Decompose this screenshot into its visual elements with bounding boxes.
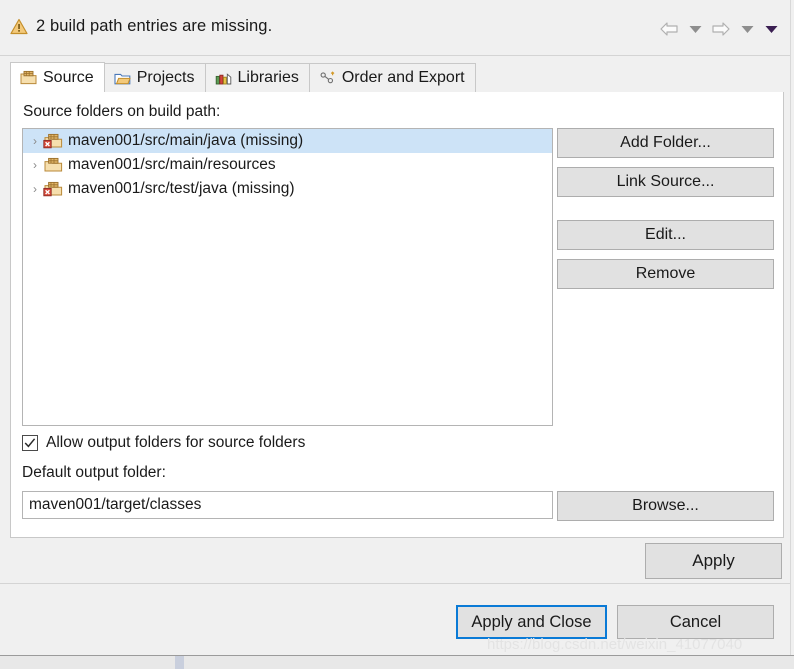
allow-output-folders-checkbox[interactable] xyxy=(22,435,38,451)
browse-button[interactable]: Browse... xyxy=(557,491,774,521)
chevron-right-icon[interactable]: › xyxy=(27,159,43,171)
source-folder-icon xyxy=(20,70,37,85)
source-folders-label: Source folders on build path: xyxy=(23,103,221,120)
arrow-left-icon[interactable] xyxy=(656,17,682,41)
apply-button[interactable]: Apply xyxy=(645,543,782,579)
tree-row-label: maven001/src/main/java (missing) xyxy=(68,132,304,149)
default-output-folder-input[interactable]: maven001/target/classes xyxy=(22,491,553,519)
tab-projects-label: Projects xyxy=(136,69,195,86)
order-export-icon xyxy=(319,70,336,86)
remove-button[interactable]: Remove xyxy=(557,259,774,289)
warning-message: 2 build path entries are missing. xyxy=(10,17,272,36)
source-action-buttons: Add Folder... Link Source... Edit... Rem… xyxy=(557,128,774,289)
tree-row-label: maven001/src/main/resources xyxy=(68,156,276,173)
tab-order-and-export-label: Order and Export xyxy=(341,69,465,86)
source-folder-error-icon xyxy=(43,132,68,150)
default-output-folder-label: Default output folder: xyxy=(22,464,166,481)
tab-order-and-export[interactable]: Order and Export xyxy=(308,63,476,92)
caret-down-filled-icon[interactable] xyxy=(760,17,782,41)
source-folders-tree[interactable]: › maven001/src/main/java (missing) › mav… xyxy=(22,128,553,426)
source-folder-icon xyxy=(43,156,68,174)
project-folder-icon xyxy=(114,71,131,86)
add-folder-button[interactable]: Add Folder... xyxy=(557,128,774,158)
tab-libraries[interactable]: Libraries xyxy=(204,63,310,92)
message-bar: 2 build path entries are missing. xyxy=(0,0,794,56)
navigation-icons xyxy=(656,17,782,41)
cancel-button[interactable]: Cancel xyxy=(617,605,774,639)
warning-triangle-icon xyxy=(10,18,28,35)
tab-projects[interactable]: Projects xyxy=(103,63,206,92)
link-source-button[interactable]: Link Source... xyxy=(557,167,774,197)
window-right-edge xyxy=(790,0,794,655)
dialog-footer: Apply and Close Cancel xyxy=(0,584,794,644)
tab-folder: Source Projects Libraries Order and Expo… xyxy=(10,62,784,93)
bottom-divider-strip xyxy=(0,655,794,669)
tree-row[interactable]: › maven001/src/main/resources xyxy=(23,153,552,177)
divider-handle[interactable] xyxy=(175,656,184,669)
chevron-right-icon[interactable]: › xyxy=(27,135,43,147)
tab-strip: Source Projects Libraries Order and Expo… xyxy=(10,62,784,93)
tab-source-label: Source xyxy=(43,68,94,86)
allow-output-folders-label: Allow output folders for source folders xyxy=(46,434,306,451)
library-books-icon xyxy=(215,71,232,86)
arrow-right-icon[interactable] xyxy=(708,17,734,41)
apply-and-close-button[interactable]: Apply and Close xyxy=(456,605,607,639)
tab-libraries-label: Libraries xyxy=(237,69,299,86)
caret-down-icon[interactable] xyxy=(736,17,758,41)
source-folder-error-icon xyxy=(43,180,68,198)
warning-text: 2 build path entries are missing. xyxy=(36,17,273,35)
tab-source[interactable]: Source xyxy=(10,62,105,92)
tree-row-label: maven001/src/test/java (missing) xyxy=(68,180,295,197)
source-tab-panel: Source folders on build path: › maven001… xyxy=(10,92,784,538)
tree-row[interactable]: › maven001/src/test/java (missing) xyxy=(23,177,552,201)
tree-row[interactable]: › maven001/src/main/java (missing) xyxy=(23,129,552,153)
chevron-right-icon[interactable]: › xyxy=(27,183,43,195)
edit-button[interactable]: Edit... xyxy=(557,220,774,250)
apply-row: Apply xyxy=(0,539,794,584)
allow-output-folders-row[interactable]: Allow output folders for source folders xyxy=(22,434,305,452)
caret-down-icon[interactable] xyxy=(684,17,706,41)
